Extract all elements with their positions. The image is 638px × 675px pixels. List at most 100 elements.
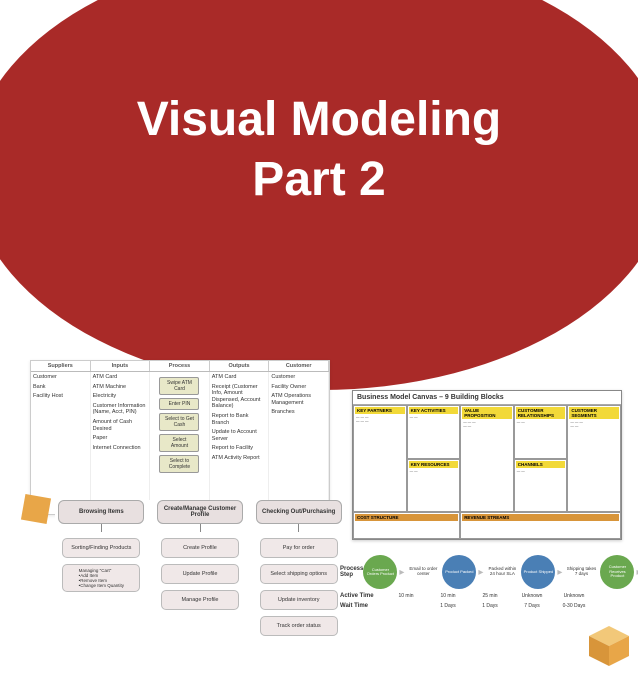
arrow-icon: ▸ bbox=[399, 567, 404, 578]
bmc-label: REVENUE STREAMS bbox=[462, 514, 619, 521]
sipoc-process-step: Select to Complete bbox=[159, 455, 199, 473]
sipoc-cell: Report to Bank Branch bbox=[212, 413, 267, 426]
process-row-label: Process Step bbox=[340, 566, 363, 578]
sipoc-h-process: Process bbox=[150, 361, 210, 371]
bmc-label: CUSTOMER RELATIONSHIPS bbox=[516, 407, 566, 419]
sipoc-cell: ATM Card bbox=[212, 374, 267, 381]
process-cell: 0-30 Days bbox=[554, 603, 594, 609]
sipoc-cell: Customer bbox=[33, 374, 88, 381]
sipoc-cell: Facility Host bbox=[33, 393, 88, 400]
process-step-text: Shipping takes 7 days bbox=[564, 555, 598, 589]
fd-box: Sorting/Finding Products bbox=[62, 538, 140, 558]
bmc-cell-channels: CHANNELS— — bbox=[514, 459, 568, 513]
cube-icon bbox=[21, 494, 51, 524]
process-cell: Unknown bbox=[512, 593, 552, 599]
sipoc-process-step: Select to Get Cash bbox=[159, 413, 199, 431]
sipoc-cell: Branches bbox=[271, 409, 326, 416]
bmc-cell-revenue-streams: REVENUE STREAMS bbox=[460, 512, 621, 539]
fd-col-browsing: Browsing Items Sorting/Finding Products … bbox=[55, 500, 148, 665]
sipoc-cell: Electricity bbox=[93, 393, 148, 400]
connector bbox=[298, 524, 299, 532]
sipoc-cell: Paper bbox=[93, 435, 148, 442]
sipoc-col-process: Swipe ATM Card Enter PIN Select to Get C… bbox=[150, 372, 210, 514]
bmc-title: Business Model Canvas – 9 Building Block… bbox=[353, 391, 621, 405]
connector bbox=[200, 524, 201, 532]
process-row-active: Active Time 10 min 10 min 25 min Unknown… bbox=[340, 593, 638, 599]
fd-box: Managing "Cart" •Add Item •Remove Item •… bbox=[62, 564, 140, 592]
sipoc-process-step: Swipe ATM Card bbox=[159, 377, 199, 395]
bmc-label: CUSTOMER SEGMENTS bbox=[569, 407, 619, 419]
process-step-circle: Customer Orders Product bbox=[363, 555, 397, 589]
process-row-steps: Process Step Customer Orders Product ▸ E… bbox=[340, 555, 638, 589]
sipoc-cell: Bank bbox=[33, 384, 88, 391]
sipoc-col-customers: Customer Facility Owner ATM Operations M… bbox=[269, 372, 329, 514]
process-step-circle: Product Packed bbox=[442, 555, 476, 589]
bmc-label: KEY PARTNERS bbox=[355, 407, 405, 414]
bmc-cell-cost-structure: COST STRUCTURE bbox=[353, 512, 460, 539]
process-cell: 25 min bbox=[470, 593, 510, 599]
sipoc-thumbnail: Suppliers Inputs Process Outputs Custome… bbox=[30, 360, 330, 515]
sipoc-cell: Internet Connection bbox=[93, 445, 148, 452]
process-cell: Unknown bbox=[554, 593, 594, 599]
sipoc-cell: Facility Owner bbox=[271, 384, 326, 391]
process-row-wait: Wait Time 1 Days 1 Days 7 Days 0-30 Days bbox=[340, 603, 638, 609]
process-step-circle: Product Shipped bbox=[521, 555, 555, 589]
fd-head: Create/Manage Customer Profile bbox=[157, 500, 243, 524]
fd-head: Browsing Items bbox=[58, 500, 144, 524]
sipoc-cell: ATM Activity Report bbox=[212, 455, 267, 462]
sipoc-header-row: Suppliers Inputs Process Outputs Custome… bbox=[31, 361, 329, 372]
sipoc-h-customer: Customer bbox=[269, 361, 329, 371]
sipoc-col-outputs: ATM Card Receipt (Customer Info, Amount … bbox=[210, 372, 270, 514]
sipoc-h-outputs: Outputs bbox=[210, 361, 270, 371]
bmc-label: COST STRUCTURE bbox=[355, 514, 458, 521]
process-active-cells: 10 min 10 min 25 min Unknown Unknown bbox=[386, 593, 638, 599]
sipoc-cell: Update to Account Server bbox=[212, 429, 267, 442]
arrow-icon: ▸ bbox=[557, 567, 562, 578]
fd-box: Update Profile bbox=[161, 564, 239, 584]
process-cell: 10 min bbox=[386, 593, 426, 599]
process-row-label: Active Time bbox=[340, 593, 386, 599]
process-step-text: Packed within 24 hour SLA bbox=[485, 555, 519, 589]
sipoc-process-step: Select Amount bbox=[159, 434, 199, 452]
bmc-label: CHANNELS bbox=[516, 461, 566, 468]
fd-col-checkout: Checking Out/Purchasing Pay for order Se… bbox=[252, 500, 345, 665]
sipoc-cell: Report to Facility bbox=[212, 445, 267, 452]
sipoc-cell: Amount of Cash Desired bbox=[93, 419, 148, 432]
process-step-circle: Customer Receives Product bbox=[600, 555, 634, 589]
sipoc-cell: ATM Card bbox=[93, 374, 148, 381]
fd-box: Manage Profile bbox=[161, 590, 239, 610]
sipoc-cell: Receipt (Customer Info, Amount Dispensed… bbox=[212, 384, 267, 410]
process-wait-cells: 1 Days 1 Days 7 Days 0-30 Days bbox=[386, 603, 638, 609]
bmc-cell-customer-relationships: CUSTOMER RELATIONSHIPS— — bbox=[514, 405, 568, 459]
sipoc-cell: Customer Information (Name, Acct, PIN) bbox=[93, 403, 148, 416]
bmc-cell-key-partners: KEY PARTNERS— — —— — — bbox=[353, 405, 407, 512]
process-row-label: Wait Time bbox=[340, 603, 386, 609]
fd-box: Create Profile bbox=[161, 538, 239, 558]
fd-box: Track order status bbox=[260, 616, 338, 636]
process-step-text: Email to order center bbox=[406, 555, 440, 589]
fd-head: Checking Out/Purchasing bbox=[256, 500, 342, 524]
arrow-icon: ▸ bbox=[478, 567, 483, 578]
business-model-canvas-thumbnail: Business Model Canvas – 9 Building Block… bbox=[352, 390, 622, 540]
logo-cube-icon bbox=[585, 622, 633, 670]
bmc-cell-customer-segments: CUSTOMER SEGMENTS— — —— — bbox=[567, 405, 621, 512]
page-title: Visual Modeling Part 2 bbox=[0, 90, 638, 210]
process-cell: 1 Days bbox=[428, 603, 468, 609]
title-line-1: Visual Modeling bbox=[137, 93, 502, 146]
sipoc-h-inputs: Inputs bbox=[91, 361, 151, 371]
fd-box: Select shipping options bbox=[260, 564, 338, 584]
sipoc-cell: ATM Machine bbox=[93, 384, 148, 391]
process-cell: 7 Days bbox=[512, 603, 552, 609]
bmc-label: VALUE PROPOSITION bbox=[462, 407, 512, 419]
bmc-label: KEY ACTIVITIES bbox=[409, 407, 459, 414]
process-cell: 1 Days bbox=[470, 603, 510, 609]
bmc-label: KEY RESOURCES bbox=[409, 461, 459, 468]
functional-decomposition-thumbnail: Browsing Items Sorting/Finding Products … bbox=[55, 500, 345, 665]
sipoc-h-suppliers: Suppliers bbox=[31, 361, 91, 371]
sipoc-body: Customer Bank Facility Host ATM Card ATM… bbox=[31, 372, 329, 514]
fd-box: Pay for order bbox=[260, 538, 338, 558]
bmc-cell-key-resources: KEY RESOURCES— — bbox=[407, 459, 461, 513]
sipoc-col-inputs: ATM Card ATM Machine Electricity Custome… bbox=[91, 372, 151, 514]
bmc-grid: KEY PARTNERS— — —— — — KEY ACTIVITIES— —… bbox=[353, 405, 621, 539]
sipoc-process-step: Enter PIN bbox=[159, 398, 199, 410]
